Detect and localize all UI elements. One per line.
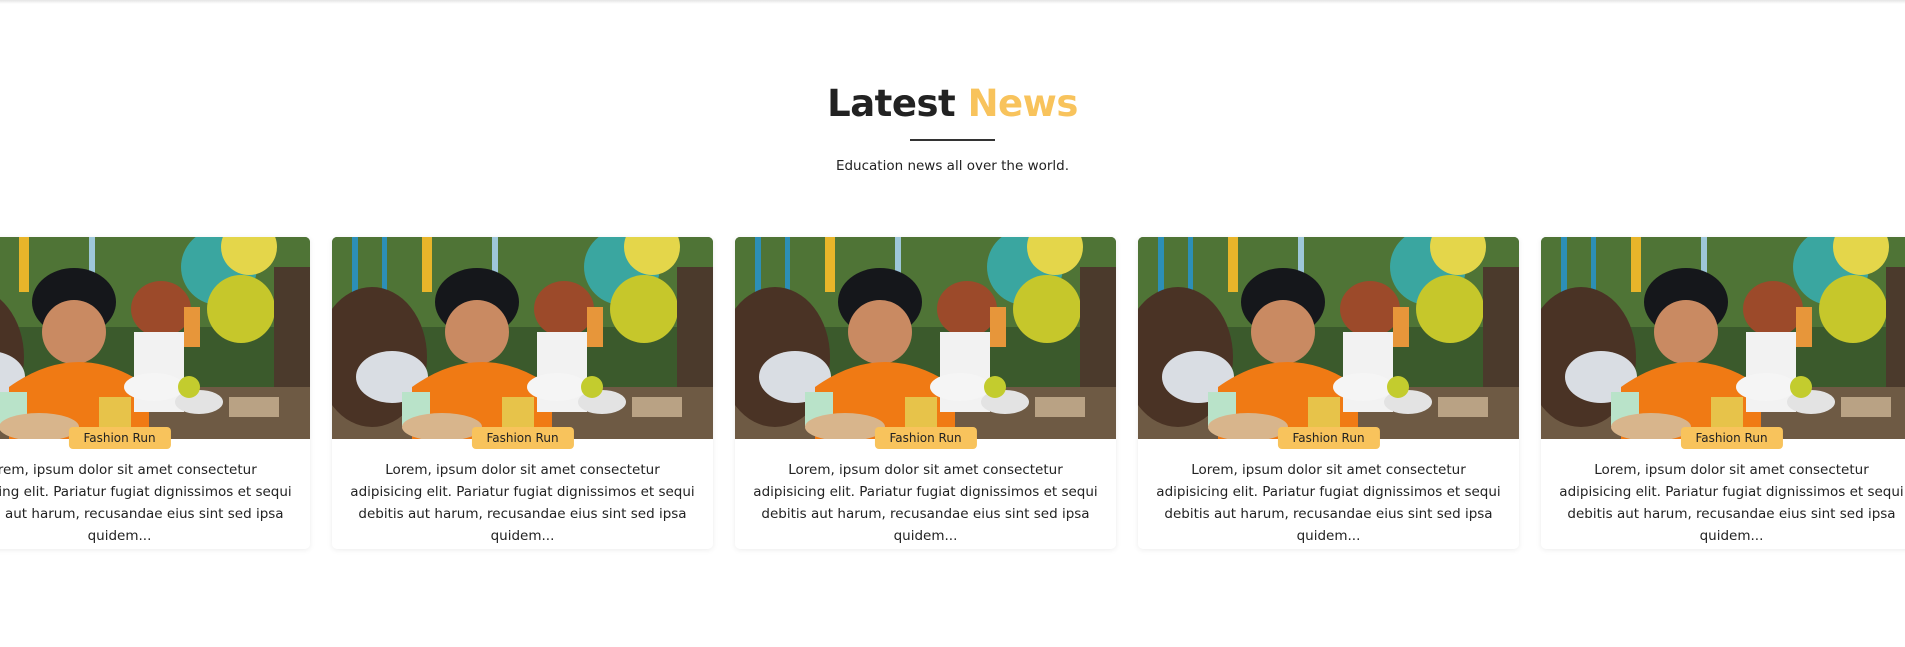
news-card-image[interactable]: [735, 237, 1116, 439]
header-shadow: [0, 0, 1905, 4]
section-title-word-2: News: [967, 82, 1079, 125]
news-card-excerpt: Lorem, ipsum dolor sit amet consectetur …: [350, 462, 695, 544]
news-card[interactable]: Fashion Run Lorem, ipsum dolor sit amet …: [735, 237, 1116, 549]
news-card-image[interactable]: [0, 237, 310, 439]
news-card-excerpt: Lorem, ipsum dolor sit amet consectetur …: [1156, 462, 1501, 544]
news-card-excerpt: Lorem, ipsum dolor sit amet consectetur …: [1559, 462, 1904, 544]
latest-news-section: Latest News Education news all over the …: [0, 0, 1905, 647]
news-card-excerpt: Lorem, ipsum dolor sit amet consectetur …: [0, 462, 292, 544]
category-badge[interactable]: Fashion Run: [874, 427, 977, 449]
children-party-photo: [735, 237, 1116, 439]
children-party-photo: [0, 237, 310, 439]
news-card[interactable]: Fashion Run Lorem, ipsum dolor sit amet …: [332, 237, 713, 549]
news-card[interactable]: Fashion Run Lorem, ipsum dolor sit amet …: [1541, 237, 1905, 549]
news-card-excerpt: Lorem, ipsum dolor sit amet consectetur …: [753, 462, 1098, 544]
section-subtitle: Education news all over the world.: [835, 158, 1070, 174]
news-card[interactable]: Fashion Run Lorem, ipsum dolor sit amet …: [0, 237, 310, 549]
children-party-photo: [332, 237, 713, 439]
news-carousel[interactable]: Fashion Run Lorem, ipsum dolor sit amet …: [0, 237, 1905, 549]
news-card[interactable]: Fashion Run Lorem, ipsum dolor sit amet …: [1138, 237, 1519, 549]
news-card-image[interactable]: [332, 237, 713, 439]
section-title-word-1: Latest: [827, 82, 956, 125]
category-badge[interactable]: Fashion Run: [1277, 427, 1380, 449]
children-party-photo: [1138, 237, 1519, 439]
title-underline: [910, 139, 995, 141]
news-card-image[interactable]: [1138, 237, 1519, 439]
category-badge[interactable]: Fashion Run: [68, 427, 171, 449]
news-card-image[interactable]: [1541, 237, 1905, 439]
section-title: Latest News: [0, 78, 1905, 130]
category-badge[interactable]: Fashion Run: [471, 427, 574, 449]
category-badge[interactable]: Fashion Run: [1680, 427, 1783, 449]
children-party-photo: [1541, 237, 1905, 439]
